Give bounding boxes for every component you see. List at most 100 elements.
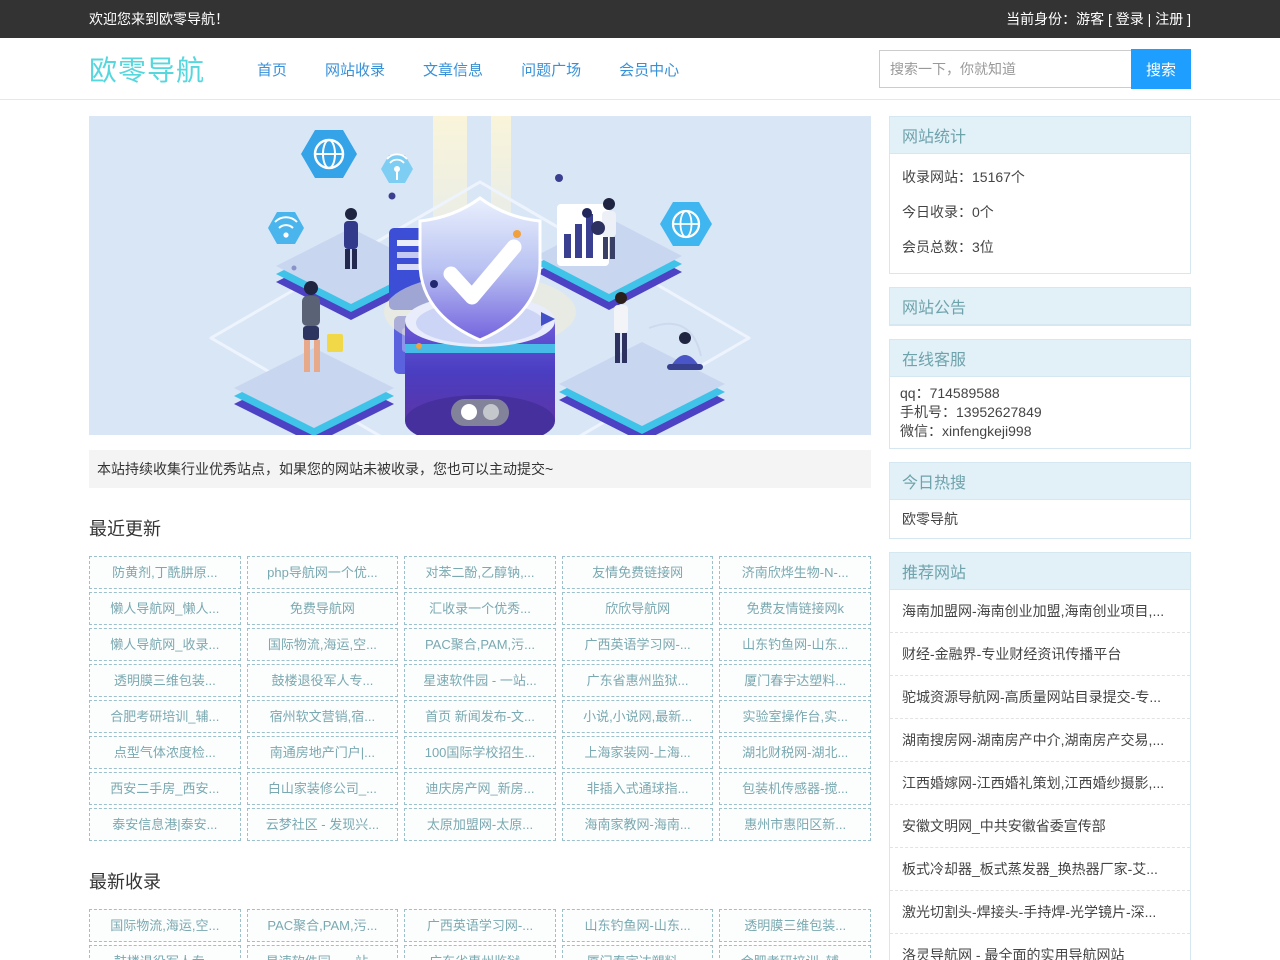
recommended-site-link[interactable]: 财经-金融界-专业财经资讯传播平台 — [890, 633, 1190, 676]
service-contact-row: qq：714589588 — [900, 384, 1180, 403]
site-link-cell[interactable]: 包装机传感器-搅... — [719, 772, 871, 805]
site-link-cell[interactable]: 厦门春宇达塑料... — [719, 664, 871, 697]
section-title-recent-update: 最近更新 — [89, 515, 871, 541]
recent-update-grid: 防黄剂,丁酰肼原...php导航网一个优...对苯二酚,乙醇钠,...友情免费链… — [89, 556, 871, 841]
stat-row: 会员总数：3位 — [902, 237, 1178, 257]
site-link-cell[interactable]: 非插入式通球指... — [562, 772, 714, 805]
site-link-cell[interactable]: 对苯二酚,乙醇钠,... — [404, 556, 556, 589]
top-bar: 欢迎您来到欧零导航！ 当前身份：游客 [ 登录 | 注册 ] — [0, 0, 1280, 38]
site-link-cell[interactable]: 透明膜三维包装... — [89, 664, 241, 697]
site-link-cell[interactable]: 广西英语学习网-... — [404, 909, 556, 942]
site-link-cell[interactable]: 广东省惠州监狱... — [404, 945, 556, 960]
site-link-cell[interactable]: 湖北财税网-湖北... — [719, 736, 871, 769]
panel-title: 网站公告 — [890, 288, 1190, 325]
site-link-cell[interactable]: 上海家装网-上海... — [562, 736, 714, 769]
service-contact-row: 微信：xinfengkeji998 — [900, 422, 1180, 441]
site-link-cell[interactable]: 太原加盟网-太原... — [404, 808, 556, 841]
site-link-cell[interactable]: PAC聚合,PAM,污... — [247, 909, 399, 942]
nav-link[interactable]: 会员中心 — [619, 59, 679, 80]
site-logo[interactable]: 欧零导航 — [89, 49, 205, 89]
site-link-cell[interactable]: 鼓楼退役军人专... — [247, 664, 399, 697]
nav-link[interactable]: 网站收录 — [325, 59, 385, 80]
nav-link[interactable]: 首页 — [257, 59, 287, 80]
site-link-cell[interactable]: PAC聚合,PAM,污... — [404, 628, 556, 661]
site-link-cell[interactable]: 免费导航网 — [247, 592, 399, 625]
site-link-cell[interactable]: php导航网一个优... — [247, 556, 399, 589]
site-link-cell[interactable]: 白山家装修公司_... — [247, 772, 399, 805]
site-link-cell[interactable]: 国际物流,海运,空... — [89, 909, 241, 942]
site-link-cell[interactable]: 星速软件园 - 一站... — [247, 945, 399, 960]
carousel-dot-active[interactable] — [461, 404, 477, 420]
site-link-cell[interactable]: 防黄剂,丁酰肼原... — [89, 556, 241, 589]
recommended-site-link[interactable]: 海南加盟网-海南创业加盟,海南创业项目,... — [890, 590, 1190, 633]
site-link-cell[interactable]: 惠州市惠阳区新... — [719, 808, 871, 841]
site-link-cell[interactable]: 济南欣烨生物-N-... — [719, 556, 871, 589]
service-contact-row: 手机号：13952627849 — [900, 403, 1180, 422]
site-link-cell[interactable]: 迪庆房产网_新房... — [404, 772, 556, 805]
site-link-cell[interactable]: 国际物流,海运,空... — [247, 628, 399, 661]
recommended-site-link[interactable]: 安徽文明网_中共安徽省委宣传部 — [890, 805, 1190, 848]
hero-banner — [89, 116, 871, 435]
site-notice: 本站持续收集行业优秀站点，如果您的网站未被收录，您也可以主动提交~ — [89, 450, 871, 488]
site-link-cell[interactable]: 点型气体浓度检... — [89, 736, 241, 769]
search-input[interactable] — [879, 50, 1131, 88]
main-nav: 首页 网站收录 文章信息 问题广场 会员中心 — [257, 59, 679, 80]
sidebar: 网站统计 收录网站：15167个今日收录：0个会员总数：3位 网站公告 在线客服… — [889, 116, 1191, 960]
site-link-cell[interactable]: 合肥考研培训_辅... — [719, 945, 871, 960]
panel-title: 在线客服 — [890, 340, 1190, 377]
site-link-cell[interactable]: 山东钓鱼网-山东... — [562, 909, 714, 942]
service-body: qq：714589588手机号：13952627849微信：xinfengkej… — [890, 377, 1190, 448]
identity-separator: | — [1144, 11, 1155, 27]
site-link-cell[interactable]: 实验室操作台,实... — [719, 700, 871, 733]
site-link-cell[interactable]: 山东钓鱼网-山东... — [719, 628, 871, 661]
nav-link[interactable]: 问题广场 — [521, 59, 581, 80]
site-link-cell[interactable]: 海南家教网-海南... — [562, 808, 714, 841]
section-title-latest-included: 最新收录 — [89, 868, 871, 894]
site-link-cell[interactable]: 透明膜三维包装... — [719, 909, 871, 942]
hero-illustration — [89, 116, 871, 435]
latest-included-grid: 国际物流,海运,空...PAC聚合,PAM,污...广西英语学习网-...山东钓… — [89, 909, 871, 960]
recommended-body: 海南加盟网-海南创业加盟,海南创业项目,...财经-金融界-专业财经资讯传播平台… — [890, 590, 1190, 960]
site-link-cell[interactable]: 首页 新闻发布-文... — [404, 700, 556, 733]
login-link[interactable]: 登录 — [1116, 11, 1144, 27]
site-link-cell[interactable]: 懒人导航网_收录... — [89, 628, 241, 661]
recommended-site-link[interactable]: 湖南搜房网-湖南房产中介,湖南房产交易,... — [890, 719, 1190, 762]
recommended-site-link[interactable]: 江西婚嫁网-江西婚礼策划,江西婚纱摄影,... — [890, 762, 1190, 805]
recommended-site-link[interactable]: 驼城资源导航网-高质量网站目录提交-专... — [890, 676, 1190, 719]
site-link-cell[interactable]: 合肥考研培训_辅... — [89, 700, 241, 733]
hot-search-body: 欧零导航 — [890, 500, 1190, 538]
search-bar: 搜索 — [879, 49, 1191, 89]
site-link-cell[interactable]: 小说,小说网,最新... — [562, 700, 714, 733]
stat-row: 收录网站：15167个 — [902, 167, 1178, 187]
search-button[interactable]: 搜索 — [1131, 49, 1191, 89]
hot-search-link[interactable]: 欧零导航 — [890, 500, 1190, 538]
site-link-cell[interactable]: 厦门春宇达塑料... — [562, 945, 714, 960]
recommended-site-link[interactable]: 洛灵导航网 - 最全面的实用导航网站 — [890, 934, 1190, 960]
panel-title: 今日热搜 — [890, 463, 1190, 500]
site-link-cell[interactable]: 欣欣导航网 — [562, 592, 714, 625]
register-link[interactable]: 注册 — [1155, 11, 1183, 27]
site-link-cell[interactable]: 西安二手房_西安... — [89, 772, 241, 805]
site-link-cell[interactable]: 广西英语学习网-... — [562, 628, 714, 661]
site-link-cell[interactable]: 友情免费链接网 — [562, 556, 714, 589]
nav-link[interactable]: 文章信息 — [423, 59, 483, 80]
welcome-text: 欢迎您来到欧零导航！ — [89, 9, 229, 29]
site-link-cell[interactable]: 100国际学校招生... — [404, 736, 556, 769]
panel-title: 网站统计 — [890, 117, 1190, 154]
site-link-cell[interactable]: 汇收录一个优秀... — [404, 592, 556, 625]
recommended-site-link[interactable]: 板式冷却器_板式蒸发器_换热器厂家-艾... — [890, 848, 1190, 891]
site-link-cell[interactable]: 星速软件园 - 一站... — [404, 664, 556, 697]
recommended-site-link[interactable]: 激光切割头-焊接头-手持焊-光学镜片-深... — [890, 891, 1190, 934]
site-link-cell[interactable]: 鼓楼退役军人专... — [89, 945, 241, 960]
panel-recommended-sites: 推荐网站 海南加盟网-海南创业加盟,海南创业项目,...财经-金融界-专业财经资… — [889, 552, 1191, 960]
identity-text: 当前身份：游客 [ — [1006, 11, 1116, 27]
site-link-cell[interactable]: 免费友情链接网k — [719, 592, 871, 625]
site-link-cell[interactable]: 泰安信息港|泰安... — [89, 808, 241, 841]
site-link-cell[interactable]: 懒人导航网_懒人... — [89, 592, 241, 625]
site-link-cell[interactable]: 宿州软文营销,宿... — [247, 700, 399, 733]
site-link-cell[interactable]: 云梦社区 - 发现兴... — [247, 808, 399, 841]
site-link-cell[interactable]: 广东省惠州监狱... — [562, 664, 714, 697]
panel-hot-search: 今日热搜 欧零导航 — [889, 462, 1191, 539]
carousel-dot[interactable] — [483, 404, 499, 420]
site-link-cell[interactable]: 南通房地产门户|... — [247, 736, 399, 769]
